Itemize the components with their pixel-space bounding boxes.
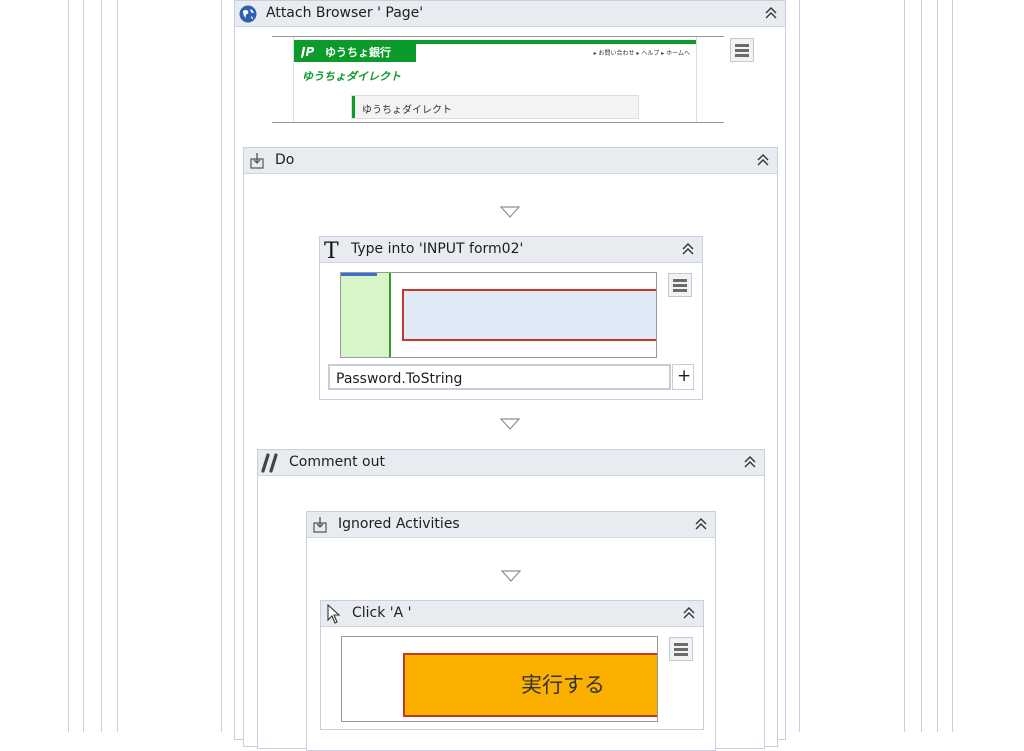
globe-icon: [239, 5, 257, 23]
click-screenshot: 実行する: [341, 636, 658, 722]
nav-item-box: ゆうちょダイレクト: [351, 95, 639, 119]
jp-post-logo-icon: JP: [301, 45, 314, 58]
click-title: Click 'A ': [352, 605, 412, 621]
ignored-activities-header[interactable]: Ignored Activities: [307, 512, 715, 538]
do-title: Do: [275, 152, 295, 168]
collapse-icon[interactable]: [680, 241, 696, 257]
click-menu-button[interactable]: [669, 637, 693, 661]
collapse-icon[interactable]: [763, 5, 779, 21]
nav-item-label: ゆうちょダイレクト: [362, 105, 452, 116]
type-into-activity[interactable]: T Type into 'INPUT form02' Password.ToSt…: [319, 236, 703, 400]
add-text-button[interactable]: +: [672, 364, 694, 390]
sequence-icon: [313, 517, 327, 533]
type-into-header[interactable]: T Type into 'INPUT form02': [320, 237, 702, 263]
execute-button-text: 実行する: [521, 673, 605, 697]
text-input-value: Password.ToString: [336, 371, 463, 387]
collapse-icon[interactable]: [742, 454, 758, 470]
ignored-activities-title: Ignored Activities: [338, 516, 460, 532]
top-links: ▸ お問い合わせ ▸ ヘルプ ▸ ホームへ: [593, 50, 690, 57]
cursor-icon: [327, 604, 341, 624]
click-header[interactable]: Click 'A ': [321, 601, 703, 627]
do-sequence[interactable]: Do T Type into 'INPUT form02' Password.T…: [243, 147, 778, 751]
drop-arrow-icon[interactable]: [500, 206, 520, 218]
drop-arrow-icon[interactable]: [500, 418, 520, 430]
comment-icon: [261, 453, 278, 473]
selected-button-outline: 実行する: [403, 653, 657, 717]
browser-preview: JP ゆうちょ銀行 ▸ お問い合わせ ▸ ヘルプ ▸ ホームへ ゆうちょダイレク…: [272, 36, 724, 123]
collapse-icon[interactable]: [681, 605, 697, 621]
selected-input-outline: [402, 289, 656, 341]
attach-browser-menu-button[interactable]: [730, 38, 754, 62]
svg-text:T: T: [324, 239, 339, 262]
type-into-screenshot: [340, 272, 657, 358]
ignored-activities-sequence[interactable]: Ignored Activities Click 'A ' 実行する: [306, 511, 716, 751]
text-input[interactable]: Password.ToString: [328, 364, 671, 390]
type-into-icon: T: [324, 239, 339, 262]
click-activity[interactable]: Click 'A ' 実行する: [320, 600, 704, 730]
attach-browser-activity[interactable]: Attach Browser ' Page' JP ゆうちょ銀行 ▸ お問い合わ…: [234, 0, 786, 751]
collapse-icon[interactable]: [755, 152, 771, 168]
attach-browser-title: Attach Browser ' Page': [266, 5, 424, 21]
direct-logo: ゆうちょダイレクト: [302, 70, 401, 83]
comment-out-activity[interactable]: Comment out Ignored Activities Click 'A …: [257, 449, 765, 751]
comment-out-header[interactable]: Comment out: [258, 450, 764, 476]
type-into-menu-button[interactable]: [668, 273, 692, 297]
comment-out-title: Comment out: [289, 454, 385, 470]
collapse-icon[interactable]: [693, 516, 709, 532]
svg-text:JP: JP: [301, 45, 314, 58]
do-header[interactable]: Do: [244, 148, 777, 174]
plus-icon: +: [677, 366, 692, 386]
attach-browser-header[interactable]: Attach Browser ' Page': [235, 1, 785, 27]
bank-name: ゆうちょ銀行: [325, 46, 391, 59]
bank-header-bar: JP ゆうちょ銀行 ▸ お問い合わせ ▸ ヘルプ ▸ ホームへ: [294, 40, 696, 62]
type-into-title: Type into 'INPUT form02': [351, 241, 524, 257]
drop-arrow-icon[interactable]: [501, 570, 521, 582]
sequence-icon: [250, 153, 264, 169]
